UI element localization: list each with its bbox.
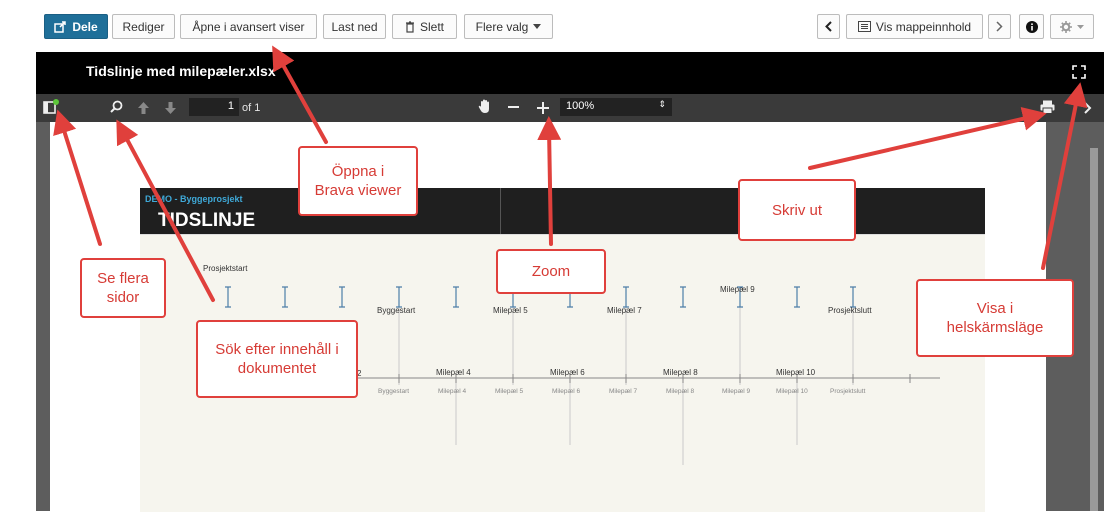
edit-button[interactable]: Rediger [112,14,175,39]
share-icon [54,20,67,33]
callout-brava-viewer: Öppna i Brava viewer [298,146,418,216]
axis-label: Milepæl 4 [438,388,467,395]
caret-down-icon [533,24,542,29]
next-button[interactable] [988,14,1011,39]
search-icon[interactable] [110,100,123,118]
timeline-label-top: Byggestart [377,306,416,315]
share-button[interactable]: Dele [44,14,108,39]
zoom-out-icon[interactable] [508,106,519,108]
document-header: DEMO - Byggeprosjekt TIDSLINJE [140,188,985,234]
axis-label: Milepæl 8 [666,388,695,395]
open-advanced-viewer-button[interactable]: Åpne i avansert viser [180,14,317,39]
edit-label: Rediger [122,19,165,34]
fullscreen-icon[interactable] [1072,65,1086,84]
more-label: Flere valg [475,19,529,34]
document-kicker: DEMO - Byggeprosjekt [145,194,243,204]
callout-fullscreen: Visa i helskärmsläge [916,279,1074,357]
share-label: Dele [72,19,98,34]
next-page-icon[interactable] [165,101,176,119]
axis-label: Milepæl 7 [609,388,638,395]
chevron-right-icon [996,21,1003,32]
zoom-level-select[interactable]: 100% ⇕ [560,98,672,116]
delete-label: Slett [419,19,444,34]
axis-label: Milepæl 6 [552,388,581,395]
callout-print: Skriv ut [738,179,856,241]
timeline-label-top: Milepæl 9 [720,285,755,294]
more-options-button[interactable]: Flere valg [464,14,553,39]
folder-content-label: Vis mappeinnhold [875,19,972,34]
thumbnails-panel-icon[interactable] [43,99,59,120]
info-button[interactable] [1019,14,1044,39]
timeline-label-mid: Milepæl 4 [436,368,471,377]
select-arrows-icon: ⇕ [658,99,666,109]
callout-see-pages: Se flera sidor [80,258,166,318]
timeline-label-top: Prosjektslutt [828,306,872,315]
zoom-level-value: 100% [566,100,595,112]
callout-zoom: Zoom [496,249,606,294]
timeline-label-top: Milepæl 5 [493,306,528,315]
gear-icon [1060,20,1072,33]
axis-label: Prosjektslutt [830,388,866,395]
open-advanced-label: Åpne i avansert viser [192,19,305,34]
info-icon [1025,20,1038,33]
chevron-right-icon[interactable] [1084,101,1092,119]
trash-icon [405,20,414,33]
document-title: TIDSLINJE [158,210,256,231]
timeline-label-top: Milepæl 7 [607,306,642,315]
page-total: of 1 [242,102,261,114]
timeline-label-mid: Milepæl 6 [550,368,585,377]
previous-page-icon[interactable] [138,101,149,119]
chevron-left-icon [825,21,832,32]
print-icon[interactable] [1040,100,1055,119]
axis-label: Milepæl 5 [495,388,524,395]
axis-label: Byggestart [378,388,410,395]
vertical-scrollbar[interactable] [1090,148,1098,511]
timeline-label-mid: Milepæl 8 [663,368,698,377]
zoom-in-icon[interactable] [537,101,549,119]
axis-label: Milepæl 9 [722,388,751,395]
list-window-icon [857,21,871,32]
download-button[interactable]: Last ned [323,14,386,39]
document-name: Tidslinje med milepæler.xlsx [86,63,276,79]
settings-button[interactable] [1050,14,1094,39]
timeline-label-top: Prosjektstart [203,264,248,273]
axis-label: Milepæl 10 [776,388,808,395]
previous-button[interactable] [817,14,840,39]
delete-button[interactable]: Slett [392,14,457,39]
callout-search: Sök efter innehåll i dokumentet [196,320,358,398]
folder-content-button[interactable]: Vis mappeinnhold [846,14,983,39]
header-divider [500,188,501,234]
download-label: Last ned [331,19,378,34]
page-number-input[interactable]: 1 [189,98,239,116]
pan-hand-icon[interactable] [478,99,492,119]
caret-down-icon [1077,24,1084,29]
timeline-label-mid: Milepæl 10 [776,368,816,377]
